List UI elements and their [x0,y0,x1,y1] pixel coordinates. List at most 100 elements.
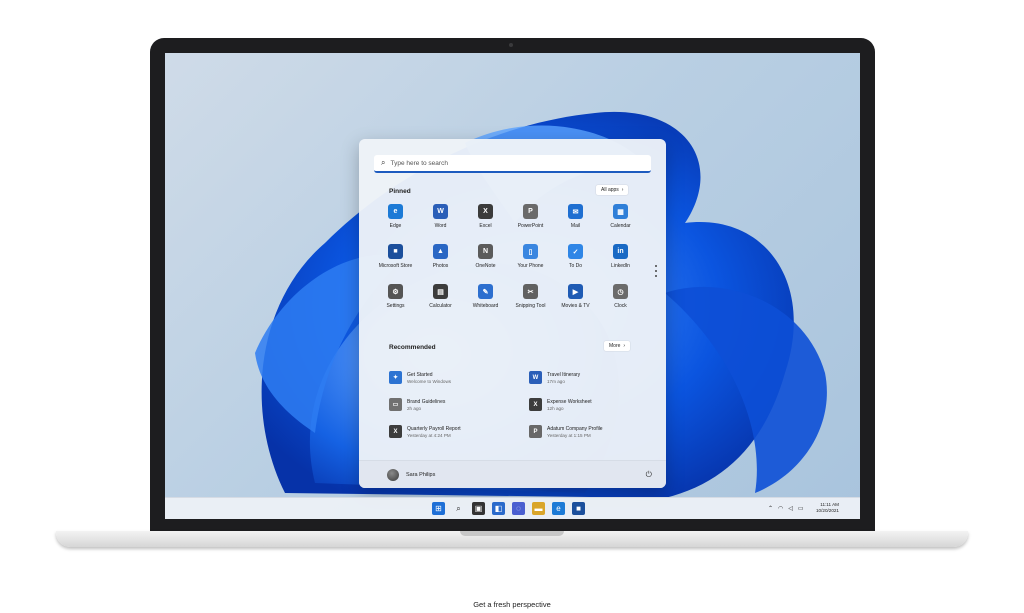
pinned-app[interactable]: ▯ Your Phone [508,244,553,284]
caption: Get a fresh perspective [473,600,551,609]
todo-icon: ✓ [568,244,583,259]
word-icon: W [433,204,448,219]
pinned-app[interactable]: ■ Microsoft Store [373,244,418,284]
search-icon[interactable]: ⌕ [452,502,465,515]
pinned-app-label: Movies & TV [561,303,590,309]
start-search-box[interactable]: ⌕ Type here to search [374,155,651,173]
pinned-apps-grid: e Edge W Word X Excel P PowerPoint ✉ Mail ▦ Calenda… [373,204,643,324]
page: ⌕ Type here to search Pinned All apps › e… [0,0,1024,613]
taskbar-icons: ⊞ ⌕ ▣ ◧ ◌ ▬ e ■ [432,502,585,515]
more-button[interactable]: More › [604,341,631,351]
store-icon[interactable]: ■ [572,502,585,515]
recommended-item-subtitle: 17m ago [547,378,565,384]
recommended-item[interactable]: W Travel Itinerary 17m ago [529,364,639,391]
all-apps-label: All apps [601,187,619,193]
recommended-item-title: Get Started [407,371,433,378]
pinned-app[interactable]: P PowerPoint [508,204,553,244]
search-placeholder: Type here to search [390,159,448,167]
recommended-item[interactable]: X Quarterly Payroll Report Yesterday at 4:… [389,418,529,445]
pinned-app-label: Calculator [429,303,452,309]
start-footer: Sara Philips ⏻ [359,460,666,488]
recommended-item[interactable]: X Expense Worksheet 12h ago [529,391,639,418]
powerpoint-icon: P [523,204,538,219]
taskbar-clock[interactable]: 11:11 AM 10/20/2021 [816,502,839,514]
battery-icon[interactable]: ▭ [798,505,804,512]
pinned-app[interactable]: e Edge [373,204,418,244]
excel-icon: X [478,204,493,219]
pinned-app-label: Whiteboard [472,303,499,309]
pinned-app[interactable]: ✎ Whiteboard [463,284,508,324]
taskbar: ⊞ ⌕ ▣ ◧ ◌ ▬ e ■ ⌃ ◠ ◁ ▭ 11:11 AM 10/20/2021 [165,497,860,519]
laptop-notch [460,531,564,536]
all-apps-button[interactable]: All apps › [596,185,629,195]
pinned-app-label: Excel [479,223,492,229]
pinned-app[interactable]: ⚙ Settings [373,284,418,324]
edge-icon[interactable]: e [552,502,565,515]
system-tray: ⌃ ◠ ◁ ▭ [768,505,804,512]
page-indicator[interactable] [655,265,657,277]
powerpoint-doc-icon: P [529,425,542,438]
phone-icon: ▯ [523,244,538,259]
pinned-app[interactable]: ✉ Mail [553,204,598,244]
recommended-item[interactable]: ✦ Get Started Welcome to Windows [389,364,529,391]
pinned-app[interactable]: N OneNote [463,244,508,284]
excel-doc-icon: X [529,398,542,411]
chevron-up-icon[interactable]: ⌃ [768,505,773,512]
pinned-app[interactable]: ▤ Calculator [418,284,463,324]
recommended-item-subtitle: Yesterday at 1:15 PM [547,432,591,438]
snipping-tool-icon: ✂ [523,284,538,299]
recommended-item[interactable]: ▭ Brand Guidelines 2h ago [389,391,529,418]
pinned-app-label: Edge [389,223,402,229]
pinned-app-label: Word [434,223,447,229]
task-view-icon[interactable]: ▣ [472,502,485,515]
recommended-item-title: Travel Itinerary [547,371,581,378]
settings-icon: ⚙ [388,284,403,299]
pinned-app[interactable]: ✓ To Do [553,244,598,284]
pinned-app[interactable]: ▦ Calendar [598,204,643,244]
chevron-right-icon: › [623,343,626,349]
pinned-app-label: To Do [568,263,583,269]
wifi-icon[interactable]: ◠ [778,505,783,512]
start-icon[interactable]: ⊞ [432,502,445,515]
power-icon[interactable]: ⏻ [646,470,652,480]
pinned-app-label: Clock [614,303,627,309]
file-explorer-icon[interactable]: ▬ [532,502,545,515]
whiteboard-icon: ✎ [478,284,493,299]
recommended-heading: Recommended [389,344,436,351]
pinned-app[interactable]: X Excel [463,204,508,244]
user-account[interactable]: Sara Philips [387,468,435,481]
recommended-item-subtitle: Welcome to Windows [407,378,452,384]
widgets-icon[interactable]: ◧ [492,502,505,515]
word-doc-icon: W [529,371,542,384]
pinned-app-label: PowerPoint [517,223,544,229]
volume-icon[interactable]: ◁ [788,505,793,512]
pinned-app-label: Your Phone [517,263,544,269]
recommended-item-text: Brand Guidelines 2h ago [407,399,445,411]
pinned-app-label: Calendar [610,223,631,229]
recommended-item-title: Quarterly Payroll Report [407,425,461,432]
excel-doc-icon: X [389,425,402,438]
recommended-item-subtitle: 12h ago [547,405,564,411]
chat-icon[interactable]: ◌ [512,502,525,515]
pinned-app-label: Mail [570,223,581,229]
edge-icon: e [388,204,403,219]
webcam [509,43,513,47]
pinned-app-label: OneNote [475,263,496,269]
pinned-app[interactable]: in LinkedIn [598,244,643,284]
pinned-app[interactable]: ▲ Photos [418,244,463,284]
recommended-item-text: Expense Worksheet 12h ago [547,399,592,411]
mail-icon: ✉ [568,204,583,219]
get-started-icon: ✦ [389,371,402,384]
pinned-app[interactable]: ◷ Clock [598,284,643,324]
start-menu: ⌕ Type here to search Pinned All apps › e… [359,139,666,488]
more-label: More [609,343,621,349]
pinned-heading: Pinned [389,188,411,195]
clock-icon: ◷ [613,284,628,299]
pinned-app[interactable]: W Word [418,204,463,244]
pinned-app[interactable]: ▶ Movies & TV [553,284,598,324]
store-icon: ■ [388,244,403,259]
pinned-app[interactable]: ✂ Snipping Tool [508,284,553,324]
recommended-list: ✦ Get Started Welcome to Windows W Travel It… [389,364,639,445]
recommended-item[interactable]: P Adatum Company Profile Yesterday at 1:15… [529,418,639,445]
pinned-app-label: LinkedIn [611,263,630,269]
